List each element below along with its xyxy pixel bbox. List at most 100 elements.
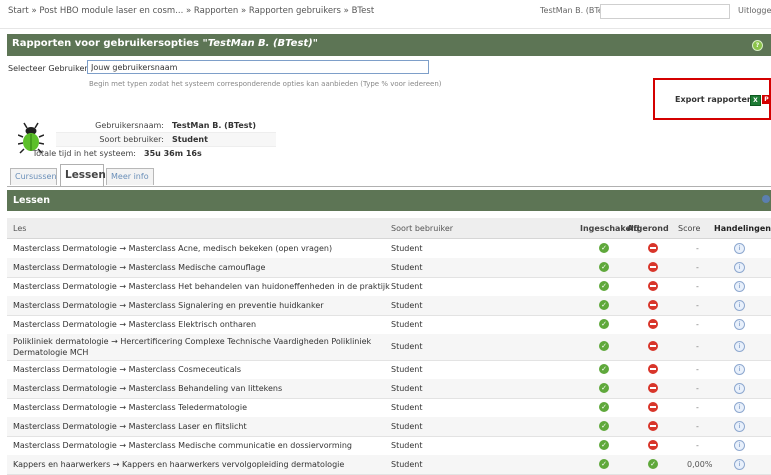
- lesson-name: Masterclass Dermatologie → Masterclass B…: [13, 384, 283, 393]
- column-les[interactable]: Les: [13, 224, 26, 233]
- user-type: Student: [391, 384, 423, 393]
- export-reports-box: Export rapporten: X P: [653, 78, 771, 120]
- details-icon[interactable]: i: [734, 364, 745, 375]
- not-completed-icon: [648, 341, 658, 351]
- user-type: Student: [391, 301, 423, 310]
- enabled-check-icon: ✓: [599, 383, 609, 393]
- help-icon[interactable]: ?: [752, 40, 763, 51]
- details-icon[interactable]: i: [734, 262, 745, 273]
- table-row: Polikliniek dermatologie → Hercertificer…: [7, 334, 771, 361]
- enabled-check-icon: ✓: [599, 262, 609, 272]
- column-soort[interactable]: Soort bebruiker: [391, 224, 453, 233]
- not-completed-icon: [648, 243, 658, 253]
- user-type: Student: [391, 282, 423, 291]
- details-icon[interactable]: i: [734, 341, 745, 352]
- panel-title-prefix: Rapporten voor gebruikersopties: [12, 38, 199, 49]
- enabled-check-icon: ✓: [599, 421, 609, 431]
- user-type: Student: [391, 403, 423, 412]
- lesson-name: Masterclass Dermatologie → Masterclass H…: [13, 282, 390, 291]
- enabled-check-icon: ✓: [599, 402, 609, 412]
- panel-header: Rapporten voor gebruikersopties "TestMan…: [7, 34, 771, 56]
- excel-icon[interactable]: X: [750, 95, 761, 106]
- score-value: -: [696, 263, 699, 272]
- username-value: TestMan B. (BTest): [172, 121, 256, 130]
- lessons-section-header: Lessen: [7, 190, 771, 211]
- user-type-row: Soort bebruiker: Student: [56, 133, 276, 147]
- details-icon[interactable]: i: [734, 243, 745, 254]
- username-row: Gebruikersnaam: TestMan B. (BTest): [56, 119, 276, 133]
- username-label: Gebruikersnaam:: [95, 121, 164, 130]
- not-completed-icon: [648, 364, 658, 374]
- tab-cursussen[interactable]: Cursussen: [10, 168, 57, 185]
- details-icon[interactable]: i: [734, 402, 745, 413]
- enabled-check-icon: ✓: [599, 243, 609, 253]
- details-icon[interactable]: i: [734, 300, 745, 311]
- select-user-hint: Begin met typen zodat het systeem corres…: [89, 80, 442, 88]
- enabled-check-icon: ✓: [599, 319, 609, 329]
- user-type: Student: [391, 342, 423, 351]
- completed-check-icon: ✓: [648, 459, 658, 469]
- user-type: Student: [391, 263, 423, 272]
- lesson-name: Masterclass Dermatologie → Masterclass L…: [13, 422, 247, 431]
- user-type: Student: [391, 441, 423, 450]
- details-icon[interactable]: i: [734, 440, 745, 451]
- score-value: -: [696, 441, 699, 450]
- panel-title-user: "TestMan B. (BTest)": [202, 38, 318, 49]
- lesson-name: Masterclass Dermatologie → Masterclass C…: [13, 365, 241, 374]
- column-handelingen: Handelingen: [714, 224, 771, 233]
- not-completed-icon: [648, 281, 658, 291]
- lesson-name: Masterclass Dermatologie → Masterclass M…: [13, 263, 266, 272]
- total-time-label: Totale tijd in het systeem:: [32, 149, 136, 158]
- score-value: -: [696, 342, 699, 351]
- score-value: -: [696, 244, 699, 253]
- user-type: Student: [391, 460, 423, 469]
- score-value: -: [696, 422, 699, 431]
- score-value: -: [696, 384, 699, 393]
- enabled-check-icon: ✓: [599, 300, 609, 310]
- lesson-name: Masterclass Dermatologie → Masterclass M…: [13, 441, 352, 450]
- table-row: Masterclass Dermatologie → Masterclass M…: [7, 436, 771, 456]
- table-row: Kappers en haarwerkers → Kappers en haar…: [7, 455, 771, 475]
- not-completed-icon: [648, 421, 658, 431]
- table-row: Masterclass Dermatologie → Masterclass S…: [7, 296, 771, 316]
- column-score[interactable]: Score: [678, 224, 700, 233]
- table-row: Masterclass Dermatologie → Masterclass A…: [7, 239, 771, 259]
- tab-lessen[interactable]: Lessen: [60, 164, 106, 186]
- details-icon[interactable]: i: [734, 421, 745, 432]
- lesson-name: Masterclass Dermatologie → Masterclass S…: [13, 301, 324, 310]
- details-icon[interactable]: i: [734, 383, 745, 394]
- user-type: Student: [391, 422, 423, 431]
- lesson-name: Masterclass Dermatologie → Masterclass A…: [13, 244, 333, 253]
- collapse-icon[interactable]: [762, 195, 770, 203]
- table-row: Masterclass Dermatologie → Masterclass H…: [7, 277, 771, 297]
- pdf-icon[interactable]: P: [762, 95, 771, 104]
- enabled-check-icon: ✓: [599, 440, 609, 450]
- tab-meer-info[interactable]: Meer info: [106, 168, 154, 185]
- not-completed-icon: [648, 300, 658, 310]
- lesson-name: Kappers en haarwerkers → Kappers en haar…: [13, 460, 345, 469]
- not-completed-icon: [648, 262, 658, 272]
- table-header: Les Soort bebruiker Ingeschakeld Afgeron…: [7, 218, 771, 239]
- details-icon[interactable]: i: [734, 281, 745, 292]
- select-user-label: Selecteer Gebruiker:: [8, 64, 91, 73]
- divider: [0, 28, 771, 29]
- table-row: Masterclass Dermatologie → Masterclass B…: [7, 379, 771, 399]
- column-afgerond[interactable]: Afgerond: [627, 224, 669, 233]
- details-icon[interactable]: i: [734, 319, 745, 330]
- tab-divider: [7, 186, 771, 187]
- score-value: -: [696, 301, 699, 310]
- user-type: Student: [391, 244, 423, 253]
- export-label: Export rapporten:: [675, 95, 756, 104]
- score-value: -: [696, 282, 699, 291]
- details-icon[interactable]: i: [734, 459, 745, 470]
- total-time-value: 35u 36m 16s: [144, 149, 202, 158]
- select-user-input[interactable]: [87, 60, 429, 74]
- logout-link[interactable]: Uitlogge: [738, 6, 771, 15]
- breadcrumb[interactable]: Start » Post HBO module laser en cosm...…: [8, 6, 374, 16]
- top-search-field[interactable]: [600, 4, 730, 19]
- user-type-value: Student: [172, 135, 208, 144]
- user-type: Student: [391, 365, 423, 374]
- lesson-name: Masterclass Dermatologie → Masterclass T…: [13, 403, 247, 412]
- enabled-check-icon: ✓: [599, 364, 609, 374]
- not-completed-icon: [648, 383, 658, 393]
